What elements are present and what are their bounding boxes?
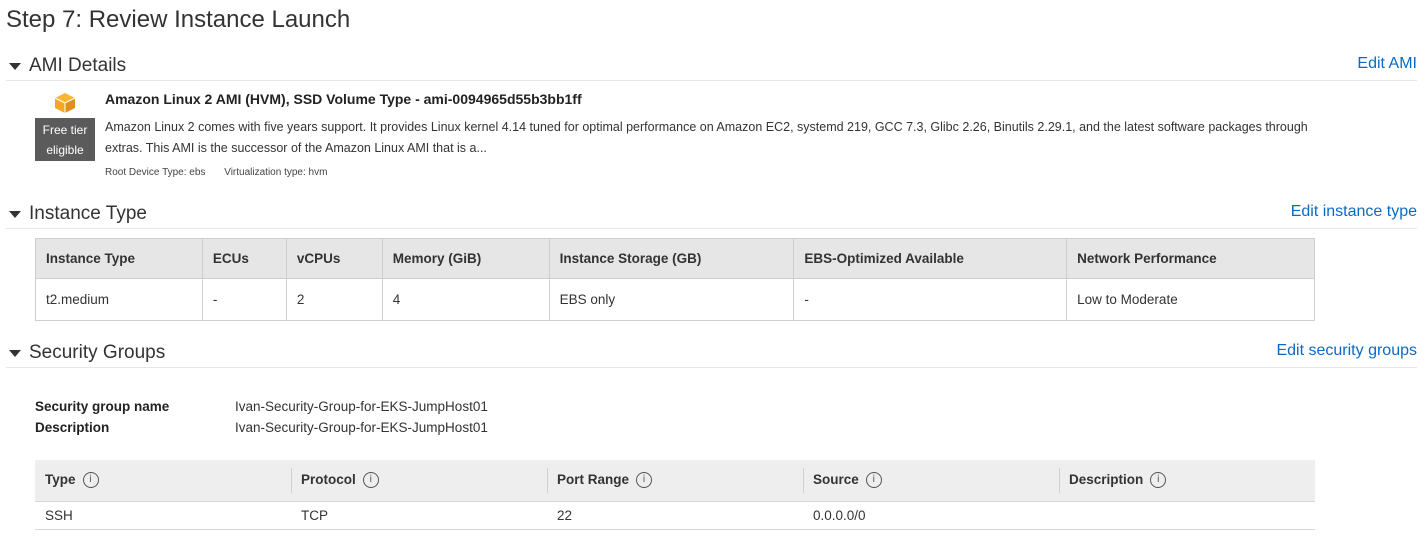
table-cell: 0.0.0.0/0 — [803, 501, 1059, 530]
table-cell: t2.medium — [35, 278, 203, 321]
section-title-ami[interactable]: AMI Details — [29, 55, 126, 77]
ami-description: Amazon Linux 2 comes with five years sup… — [105, 120, 1308, 155]
ami-details-header: AMI Details Edit AMI — [6, 54, 1417, 81]
column-header: ECUs — [201, 238, 287, 279]
column-header: Instance Storage (GB) — [548, 238, 795, 279]
table-row: SSH TCP 22 0.0.0.0/0 — [35, 501, 1315, 530]
table-cell: - — [793, 278, 1068, 321]
security-group-description-value: Ivan-Security-Group-for-EKS-JumpHost01 — [235, 420, 488, 435]
info-icon[interactable]: i — [362, 472, 379, 489]
column-header-label: Type — [45, 472, 76, 488]
column-header-description: Description i — [1059, 460, 1315, 502]
root-device-type: Root Device Type: ebs — [105, 167, 206, 178]
column-header: vCPUs — [285, 238, 383, 279]
info-icon[interactable]: i — [82, 472, 99, 489]
security-group-description-label: Description — [35, 420, 110, 435]
column-header-source: Source i — [803, 460, 1059, 502]
page-title: Step 7: Review Instance Launch — [6, 6, 351, 33]
instance-type-header: Instance Type Edit instance type — [6, 202, 1417, 229]
table-cell: Low to Moderate — [1066, 278, 1315, 321]
column-header-label: Description — [1069, 472, 1144, 488]
edit-ami-link[interactable]: Edit AMI — [1357, 55, 1417, 73]
table-cell: SSH — [35, 501, 291, 530]
info-icon[interactable]: i — [865, 472, 882, 489]
table-cell: 4 — [381, 278, 550, 321]
table-cell: 2 — [285, 278, 383, 321]
table-cell: 22 — [547, 501, 803, 530]
edit-security-groups-link[interactable]: Edit security groups — [1276, 342, 1417, 360]
section-title-instance-type[interactable]: Instance Type — [29, 203, 147, 225]
column-header-protocol: Protocol i — [291, 460, 547, 502]
collapse-caret-icon[interactable] — [9, 63, 21, 70]
table-header-row: Instance Type ECUs vCPUs Memory (GiB) In… — [35, 238, 1315, 279]
collapse-caret-icon[interactable] — [9, 211, 21, 218]
section-title-security-groups[interactable]: Security Groups — [29, 342, 165, 364]
security-rules-table: Type i Protocol i Port Range i Source i Desc… — [35, 460, 1315, 530]
table-cell: TCP — [291, 501, 547, 530]
cube-icon — [54, 93, 76, 113]
column-header-port-range: Port Range i — [547, 460, 803, 502]
info-icon[interactable]: i — [1150, 472, 1167, 489]
virtualization-type: Virtualization type: hvm — [224, 167, 328, 178]
security-group-name-label: Security group name — [35, 399, 170, 414]
column-header-label: Protocol — [301, 472, 356, 488]
column-header: Network Performance — [1066, 238, 1315, 279]
column-header-label: Source — [813, 472, 859, 488]
table-row: t2.medium - 2 4 EBS only - Low to Modera… — [35, 278, 1315, 321]
table-header-row: Type i Protocol i Port Range i Source i Desc… — [35, 460, 1315, 502]
info-icon[interactable]: i — [636, 472, 653, 489]
instance-type-table: Instance Type ECUs vCPUs Memory (GiB) In… — [35, 238, 1315, 321]
ami-meta: Root Device Type: ebs Virtualization typ… — [105, 167, 343, 178]
table-cell: - — [201, 278, 287, 321]
collapse-caret-icon[interactable] — [9, 350, 21, 357]
column-header: Instance Type — [35, 238, 203, 279]
security-groups-header: Security Groups Edit security groups — [6, 341, 1417, 368]
free-tier-line2: eligible — [46, 143, 84, 157]
security-group-name-value: Ivan-Security-Group-for-EKS-JumpHost01 — [235, 399, 488, 414]
free-tier-line1: Free tier — [42, 123, 88, 137]
free-tier-badge: Free tier eligible — [35, 118, 95, 161]
column-header: EBS-Optimized Available — [793, 238, 1068, 279]
column-header-label: Port Range — [557, 472, 630, 488]
column-header: Memory (GiB) — [381, 238, 550, 279]
table-cell — [1059, 501, 1315, 530]
table-cell: EBS only — [548, 278, 795, 321]
edit-instance-type-link[interactable]: Edit instance type — [1291, 203, 1417, 221]
column-header-type: Type i — [35, 460, 291, 502]
ami-name: Amazon Linux 2 AMI (HVM), SSD Volume Typ… — [105, 91, 582, 107]
